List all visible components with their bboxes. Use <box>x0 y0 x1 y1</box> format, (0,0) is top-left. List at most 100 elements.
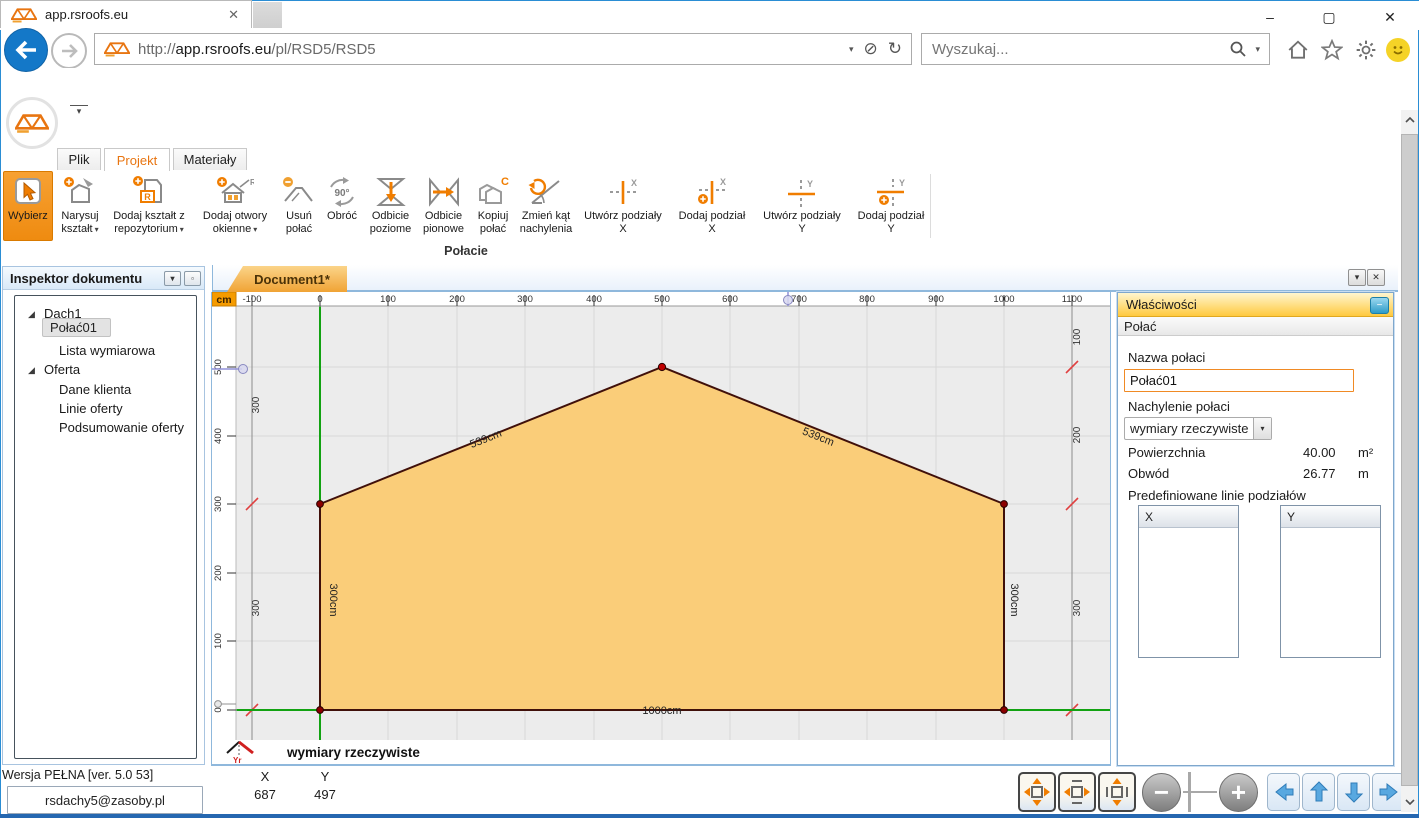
add-windows-button[interactable]: R Dodaj otwory okienne▾ <box>193 171 277 241</box>
tab-projekt[interactable]: Projekt <box>104 148 170 171</box>
slope-mode-value: wymiary rzeczywiste <box>1125 421 1253 436</box>
search-dropdown[interactable]: ▾ <box>1255 44 1260 55</box>
pan-up-button[interactable] <box>1302 773 1335 811</box>
svg-text:300: 300 <box>213 496 224 512</box>
tab-close-icon[interactable]: ✕ <box>228 7 251 23</box>
search-icon[interactable] <box>1229 40 1247 58</box>
favorites-button[interactable] <box>1317 36 1347 64</box>
svg-text:100: 100 <box>380 294 396 305</box>
tab-plik[interactable]: Plik <box>57 148 101 170</box>
change-angle-icon <box>528 174 564 210</box>
horizontal-ruler[interactable]: -1000 100200 300400 500600 700800 900100… <box>212 292 1110 306</box>
properties-panel: Właściwości − Połać Nazwa połaci Nachyle… <box>1117 292 1394 766</box>
fit-width-button[interactable] <box>1058 772 1096 812</box>
tree-item-lista-wymiarowa[interactable]: Lista wymiarowa <box>59 343 155 358</box>
add-shape-from-repository-button[interactable]: R Dodaj kształt z repozytorium▾ <box>107 171 191 241</box>
divisions-y-list[interactable]: Y <box>1280 505 1381 658</box>
home-button[interactable] <box>1283 36 1313 64</box>
back-arrow-icon <box>13 37 39 63</box>
add-division-y-button[interactable]: Y Dodaj podział Y <box>851 171 931 241</box>
add-division-x-button[interactable]: X Dodaj podział X <box>671 171 753 241</box>
window-border-bottom <box>0 814 1419 818</box>
create-divisions-y-button[interactable]: Y Utwórz podziały Y <box>755 171 849 241</box>
arrow-down-icon <box>1342 780 1366 804</box>
draw-shape-button[interactable]: Narysuj kształt▾ <box>55 171 105 241</box>
url-bar[interactable]: http://app.rsroofs.eu/pl/RSD5/RSD5 ▾ ⊘ ↻ <box>94 33 912 65</box>
copy-roof-face-button[interactable]: C Kopiuj połać <box>471 171 515 241</box>
select-cursor-icon <box>10 174 46 210</box>
settings-button[interactable] <box>1351 36 1381 64</box>
create-divisions-x-button[interactable]: X Utwórz podziały X <box>577 171 669 241</box>
scroll-up-arrow[interactable] <box>1401 110 1418 130</box>
slope-mode-select[interactable]: wymiary rzeczywiste ▾ <box>1124 417 1272 440</box>
inspector-header: Inspektor dokumentu ▾ ▫ <box>3 267 204 290</box>
window-maximize-button[interactable]: ▢ <box>1306 5 1352 29</box>
fit-all-button[interactable] <box>1018 772 1056 812</box>
back-button[interactable] <box>4 28 48 72</box>
inspector-collapse-button[interactable]: ▾ <box>164 271 181 286</box>
forward-button[interactable] <box>51 33 87 69</box>
flip-vertical-button[interactable]: Odbicie pionowe <box>418 171 469 241</box>
search-box[interactable]: ▾ <box>921 33 1270 65</box>
tree-item-podsumowanie-oferty[interactable]: Podsumowanie oferty <box>59 420 184 435</box>
window-minimize-button[interactable]: – <box>1247 5 1293 29</box>
select-button[interactable]: Wybierz <box>3 171 53 241</box>
design-canvas[interactable]: 539cm 539cm 300cm 300cm 1000cm 300 300 1… <box>212 292 1110 740</box>
coord-x-label: X <box>240 769 290 784</box>
scrollbar-thumb[interactable] <box>1401 134 1418 786</box>
pan-down-button[interactable] <box>1337 773 1370 811</box>
refresh-icon[interactable]: ↻ <box>888 39 902 59</box>
inspector-minimize-button[interactable]: ▫ <box>184 271 201 286</box>
properties-minimize-button[interactable]: − <box>1370 297 1389 314</box>
new-tab-button[interactable] <box>253 2 282 28</box>
svg-text:900: 900 <box>928 294 944 305</box>
tree-item-linie-oferty[interactable]: Linie oferty <box>59 401 123 416</box>
url-autocomplete-dropdown[interactable]: ▾ <box>849 44 854 55</box>
perimeter-label: Obwód <box>1128 466 1169 481</box>
inspector-title: Inspektor dokumentu <box>10 271 142 286</box>
svg-text:Y: Y <box>899 178 905 188</box>
tree-item-polac01[interactable]: Połać01 <box>42 318 111 337</box>
stop-icon[interactable]: ⊘ <box>864 39 878 59</box>
maximize-icon: ▢ <box>1322 9 1335 26</box>
window-close-button[interactable]: ✕ <box>1367 5 1413 29</box>
feedback-smiley-button[interactable] <box>1386 38 1410 62</box>
fit-height-button[interactable] <box>1098 772 1136 812</box>
perimeter-unit: m <box>1358 466 1369 481</box>
document-close-button[interactable]: ✕ <box>1367 269 1385 286</box>
flip-vertical-icon <box>426 174 462 210</box>
legend-label: wymiary rzeczywiste <box>287 745 420 760</box>
roof-face-name-input[interactable] <box>1124 369 1354 392</box>
pan-left-button[interactable] <box>1267 773 1300 811</box>
search-input[interactable] <box>922 40 1229 59</box>
zoom-slider[interactable] <box>1183 771 1217 813</box>
document-tab[interactable]: Document1* <box>227 266 347 292</box>
add-division-y-icon: Y <box>873 174 909 210</box>
change-slope-angle-button[interactable]: Zmień kąt nachylenia <box>517 171 575 241</box>
page-scrollbar[interactable] <box>1401 110 1418 812</box>
tree-expand-icon[interactable]: ◢ <box>28 309 35 320</box>
divisions-x-icon: X <box>605 174 641 210</box>
tree-expand-icon[interactable]: ◢ <box>28 365 35 376</box>
svg-text:300: 300 <box>517 294 533 305</box>
chevron-down-icon: ▾ <box>95 225 99 234</box>
fit-height-icon <box>1103 777 1131 807</box>
tree-item-dane-klienta[interactable]: Dane klienta <box>59 382 131 397</box>
chevron-down-icon[interactable]: ▾ <box>1253 418 1271 439</box>
predefined-divisions-label: Predefiniowane linie podziałów <box>1128 488 1306 503</box>
divisions-x-list[interactable]: X <box>1138 505 1239 658</box>
zoom-in-button[interactable]: + <box>1219 773 1258 812</box>
document-list-dropdown[interactable]: ▾ <box>1348 269 1366 286</box>
browser-tab[interactable]: app.rsroofs.eu ✕ <box>0 0 252 28</box>
flip-horizontal-button[interactable]: Odbicie poziome <box>365 171 416 241</box>
zoom-slider-thumb[interactable] <box>1188 772 1191 812</box>
rotate-button[interactable]: 90° Obróć <box>321 171 363 241</box>
remove-roof-face-button[interactable]: Usuń połać <box>279 171 319 241</box>
tree-item-oferta[interactable]: Oferta <box>44 362 80 377</box>
tab-materialy[interactable]: Materiały <box>173 148 247 170</box>
quick-access-toggle[interactable]: ▾ <box>70 105 88 120</box>
scroll-down-arrow[interactable] <box>1401 792 1418 812</box>
tab-favicon <box>11 6 37 24</box>
zoom-out-button[interactable]: − <box>1142 773 1181 812</box>
chevron-down-icon: ▾ <box>180 225 184 234</box>
